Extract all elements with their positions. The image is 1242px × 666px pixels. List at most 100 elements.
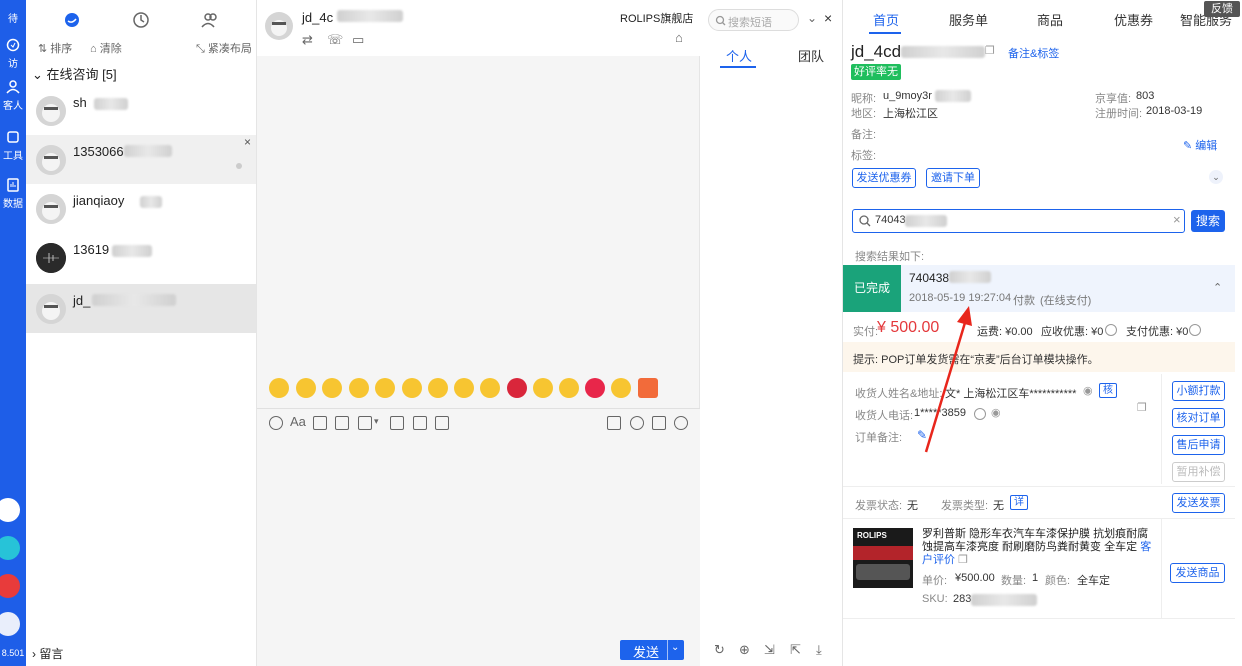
invite-order-button[interactable]: 邀请下单 — [926, 168, 980, 188]
chevron-down-icon[interactable]: ⌄ — [671, 642, 679, 653]
product-title[interactable]: 罗利普斯 隐形车衣汽车车漆保护膜 抗划痕耐腐蚀提高车漆亮度 耐刷磨防鸟粪耐黄变 … — [922, 528, 1152, 567]
order-row[interactable]: 已完成 740438 2018-05-19 19:27:04 付款 (在线支付)… — [843, 265, 1235, 312]
group-online[interactable]: ⌄ 在线咨询 [5] — [32, 64, 117, 83]
compact-layout-button[interactable]: ⤡ 紧凑布局 — [196, 40, 252, 56]
chevron-down-icon[interactable]: ▾ — [374, 416, 379, 427]
list-item[interactable]: jianqiaoy — [26, 184, 256, 233]
import-icon[interactable]: ⇲ — [764, 642, 775, 658]
phrase-search-box[interactable]: 搜索短语 — [708, 9, 799, 31]
list-item[interactable]: sh — [26, 86, 256, 135]
emoji-icon[interactable] — [402, 378, 422, 398]
copy-icon[interactable]: ❐ — [1137, 401, 1147, 414]
product-image[interactable]: ROLIPS — [853, 528, 913, 588]
message-icon[interactable] — [652, 416, 666, 430]
emoji-icon[interactable] — [480, 378, 500, 398]
tab-team[interactable]: 团队 — [798, 46, 824, 65]
phone-icon[interactable]: ☏ — [327, 32, 343, 48]
emoji-icon[interactable] — [454, 378, 474, 398]
thumbs-up-icon[interactable] — [533, 378, 553, 398]
close-icon[interactable]: × — [244, 135, 251, 149]
edit-button[interactable]: ✎ 编辑 — [1183, 137, 1217, 153]
group-tab-icon[interactable] — [200, 10, 220, 30]
calendar-icon[interactable] — [390, 416, 404, 430]
clear-button[interactable]: ⌂ 清除 — [90, 40, 122, 56]
smile-icon[interactable] — [269, 416, 283, 430]
message-folder[interactable]: › 留言 — [32, 645, 63, 662]
copy-icon[interactable]: ❐ — [985, 44, 995, 57]
rail-item-pending[interactable]: 待 — [0, 10, 26, 25]
rose-icon[interactable] — [507, 378, 527, 398]
pen-icon[interactable] — [0, 498, 20, 522]
chat-tab-icon[interactable] — [62, 10, 82, 30]
check-order-button[interactable]: 核对订单 — [1172, 408, 1225, 428]
emoji-icon[interactable] — [349, 378, 369, 398]
tab-product[interactable]: 商品 — [1037, 10, 1063, 29]
chevron-up-icon[interactable]: ⌃ — [1213, 281, 1222, 294]
emoji-icon[interactable] — [322, 378, 342, 398]
verify-button[interactable]: 核 — [1099, 383, 1117, 398]
emoji-icon[interactable] — [559, 378, 579, 398]
avatar[interactable] — [0, 612, 20, 636]
copy-icon[interactable]: ❐ — [958, 554, 968, 566]
emoji-icon[interactable] — [428, 378, 448, 398]
history-tab-icon[interactable] — [131, 10, 151, 30]
bag-icon[interactable] — [607, 416, 621, 430]
video-icon[interactable] — [413, 416, 427, 430]
rail-item-data[interactable]: 数据 — [0, 178, 26, 210]
compensation-button[interactable]: 暂用补偿 — [1172, 462, 1225, 482]
send-invoice-button[interactable]: 发送发票 — [1172, 493, 1225, 513]
transfer-icon[interactable]: ⇄ — [302, 32, 313, 48]
list-item[interactable]: 13619 — [26, 233, 256, 282]
list-item[interactable]: jd_ — [26, 284, 256, 333]
clock-icon[interactable] — [674, 416, 688, 430]
rail-item-tools[interactable]: 工具 — [0, 130, 26, 162]
tab-personal[interactable]: 个人 — [726, 46, 752, 65]
remark-tag-link[interactable]: 备注&标签 — [1008, 45, 1059, 61]
eye-icon[interactable]: ◉ — [991, 406, 1001, 419]
bell-icon[interactable]: ⌂ — [675, 30, 683, 45]
chevron-down-icon[interactable]: ⌄ — [1209, 170, 1223, 184]
comment-icon[interactable]: ▭ — [352, 32, 364, 48]
search-button[interactable]: 搜索 — [1191, 210, 1225, 232]
doc-icon[interactable] — [435, 416, 449, 430]
image-icon[interactable] — [313, 416, 327, 430]
crop-icon[interactable] — [358, 416, 372, 430]
heart-outline-icon[interactable] — [630, 416, 644, 430]
emoji-icon[interactable] — [296, 378, 316, 398]
gift-icon[interactable] — [638, 378, 658, 398]
add-icon[interactable]: ⊕ — [739, 642, 750, 658]
notification-icon[interactable] — [0, 574, 20, 598]
tab-coupon[interactable]: 优惠券 — [1114, 10, 1153, 29]
invoice-detail-button[interactable]: 详 — [1010, 495, 1028, 510]
small-payment-button[interactable]: 小额打款 — [1172, 381, 1225, 401]
sort-button[interactable]: ⇅ 排序 — [38, 40, 72, 56]
help-icon[interactable] — [0, 536, 20, 560]
font-icon[interactable]: Aa — [290, 414, 306, 429]
send-button[interactable]: 发送 ⌄ — [620, 640, 684, 660]
send-product-button[interactable]: 发送商品 — [1170, 563, 1225, 583]
rail-item-visit[interactable]: 访 — [0, 38, 26, 70]
after-sale-button[interactable]: 售后申请 — [1172, 435, 1225, 455]
close-icon[interactable]: × — [824, 10, 832, 26]
order-search-box[interactable]: 74043 × — [852, 209, 1185, 233]
help-icon[interactable] — [1189, 324, 1201, 336]
emoji-icon[interactable] — [269, 378, 289, 398]
refresh-icon[interactable]: ↻ — [714, 642, 725, 658]
rail-item-customer[interactable]: 客人 — [0, 80, 26, 112]
tab-home[interactable]: 首页 — [873, 10, 899, 29]
emoji-icon[interactable] — [375, 378, 395, 398]
feedback-button[interactable]: 反馈 — [1204, 1, 1240, 17]
help-icon[interactable] — [1105, 324, 1117, 336]
emoji-icon[interactable] — [611, 378, 631, 398]
eye-icon[interactable]: ◉ — [1083, 384, 1093, 397]
download-icon[interactable]: ⤓ — [816, 642, 822, 658]
folder-icon[interactable] — [335, 416, 349, 430]
collapse-icon[interactable]: ⌄ — [807, 11, 817, 25]
clear-icon[interactable]: × — [1173, 212, 1181, 227]
tab-service[interactable]: 服务单 — [949, 10, 988, 29]
heart-icon[interactable] — [585, 378, 605, 398]
send-coupon-button[interactable]: 发送优惠券 — [852, 168, 916, 188]
input-area[interactable] — [257, 408, 700, 666]
list-item[interactable]: 1353066 × — [26, 135, 256, 184]
export-icon[interactable]: ⇱ — [790, 642, 801, 658]
